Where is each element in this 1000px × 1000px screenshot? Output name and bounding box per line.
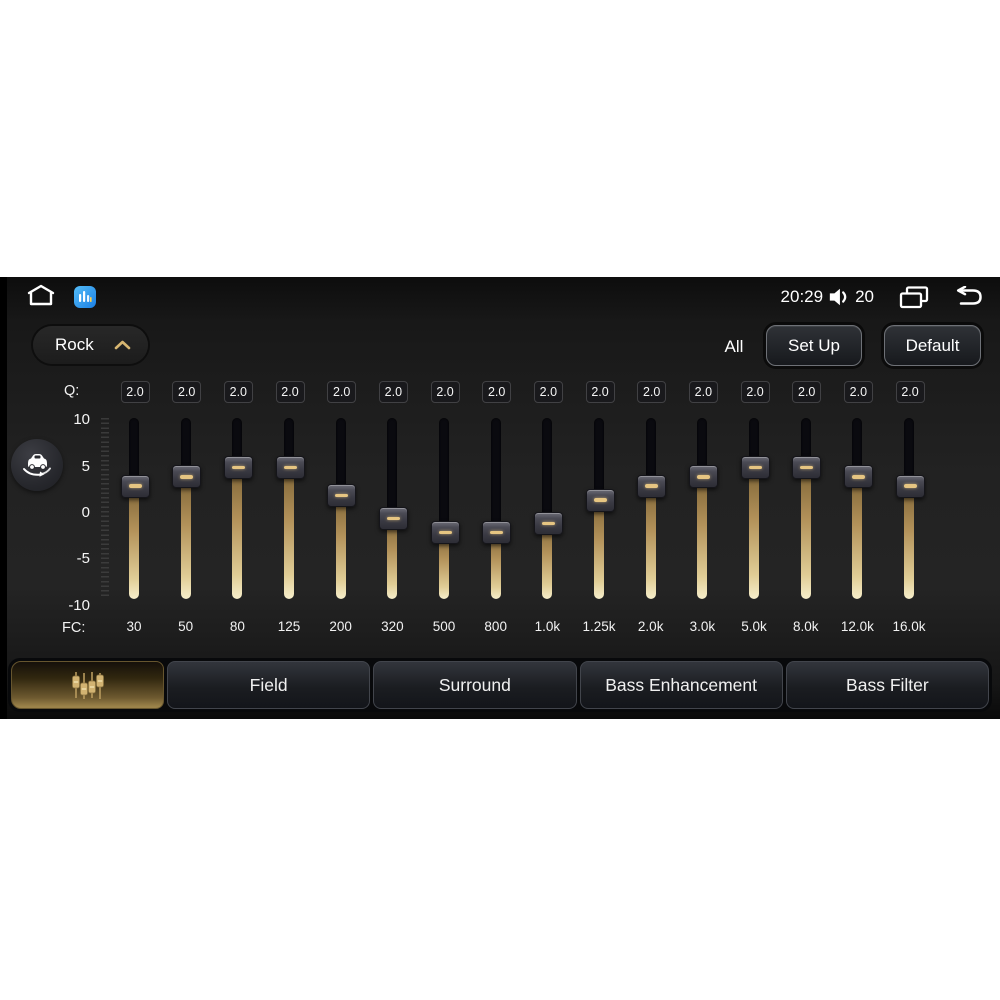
eq-area: Q: FC: 10 5 0 -5 -10 2.0 30 2.0 50 2.0 80 2.0 125 2.0… (0, 277, 1000, 719)
gain-slider-fill-125 (284, 466, 294, 599)
q-value-2.0k: 2.0 (637, 381, 667, 403)
gain-slider-fill-200 (335, 494, 346, 599)
gain-slider-fill-8.0k (800, 466, 811, 599)
gain-axis-label: -5 (76, 550, 90, 568)
tab-bass-enhancement[interactable]: Bass Enhancement (579, 661, 783, 709)
q-value-800: 2.0 (482, 381, 512, 403)
tab-equalizer[interactable] (11, 661, 164, 709)
q-value-30: 2.0 (120, 381, 150, 403)
gain-slider-knob-50[interactable] (172, 465, 202, 489)
tab-surround[interactable]: Surround (373, 661, 577, 709)
gain-slider-knob-500[interactable] (430, 521, 460, 545)
fc-row-label: FC: (62, 620, 86, 636)
gain-slider-fill-50 (180, 475, 191, 599)
q-row-label: Q: (64, 383, 80, 399)
gain-slider-knob-1.0k[interactable] (533, 511, 563, 535)
equalizer-sliders-icon (71, 672, 104, 699)
gain-slider-fill-3.0k (697, 475, 708, 599)
gain-slider-fill-1.25k (594, 499, 605, 599)
q-value-125: 2.0 (275, 381, 305, 403)
gain-slider-knob-12.0k[interactable] (843, 465, 873, 489)
gain-slider-knob-320[interactable] (378, 507, 408, 531)
gain-axis-label: 10 (73, 411, 90, 429)
gain-slider-fill-16.0k (904, 485, 915, 599)
q-value-8.0k: 2.0 (792, 381, 822, 403)
gain-slider-fill-12.0k (852, 475, 863, 599)
q-value-12.0k: 2.0 (843, 381, 873, 403)
car-balance-button[interactable] (11, 439, 63, 491)
car-rotate-icon (23, 454, 51, 477)
gain-tick-ruler (101, 418, 109, 599)
gain-slider-knob-30[interactable] (120, 474, 150, 498)
gain-slider-knob-800[interactable] (482, 521, 512, 545)
gain-slider-knob-125[interactable] (275, 456, 305, 480)
q-value-5.0k: 2.0 (740, 381, 770, 403)
head-unit-screen: 20:29 20 Rock All Set Up Default Q: FC: … (0, 277, 1000, 719)
q-value-200: 2.0 (327, 381, 357, 403)
q-value-80: 2.0 (223, 381, 253, 403)
gain-axis-label: 0 (81, 504, 90, 521)
tab-field[interactable]: Field (167, 661, 371, 709)
gain-slider-fill-2.0k (645, 485, 656, 599)
q-value-50: 2.0 (172, 381, 202, 403)
screenshot-page: 20:29 20 Rock All Set Up Default Q: FC: … (0, 0, 1000, 1000)
q-value-1.25k: 2.0 (585, 381, 615, 403)
q-value-500: 2.0 (430, 381, 460, 403)
q-value-3.0k: 2.0 (688, 381, 718, 403)
gain-axis-label: -10 (68, 596, 90, 614)
q-value-16.0k: 2.0 (895, 381, 925, 403)
gain-slider-knob-1.25k[interactable] (585, 488, 615, 512)
gain-slider-knob-200[interactable] (327, 483, 357, 507)
q-value-320: 2.0 (378, 381, 408, 403)
gain-slider-knob-3.0k[interactable] (688, 465, 718, 489)
gain-slider-fill-80 (232, 466, 243, 599)
gain-slider-knob-2.0k[interactable] (637, 474, 667, 498)
gain-slider-knob-80[interactable] (223, 456, 253, 480)
tab-bar: Field Surround Bass Enhancement Bass Filter (8, 658, 992, 712)
gain-slider-fill-5.0k (749, 466, 760, 599)
q-value-1.0k: 2.0 (533, 381, 563, 403)
tab-bass-filter[interactable]: Bass Filter (785, 661, 989, 709)
gain-slider-knob-16.0k[interactable] (895, 474, 925, 498)
freq-label-16.0k: 16.0k (892, 619, 926, 634)
gain-slider-fill-30 (129, 485, 139, 599)
gain-slider-knob-8.0k[interactable] (792, 456, 822, 480)
gain-slider-knob-5.0k[interactable] (740, 456, 770, 480)
